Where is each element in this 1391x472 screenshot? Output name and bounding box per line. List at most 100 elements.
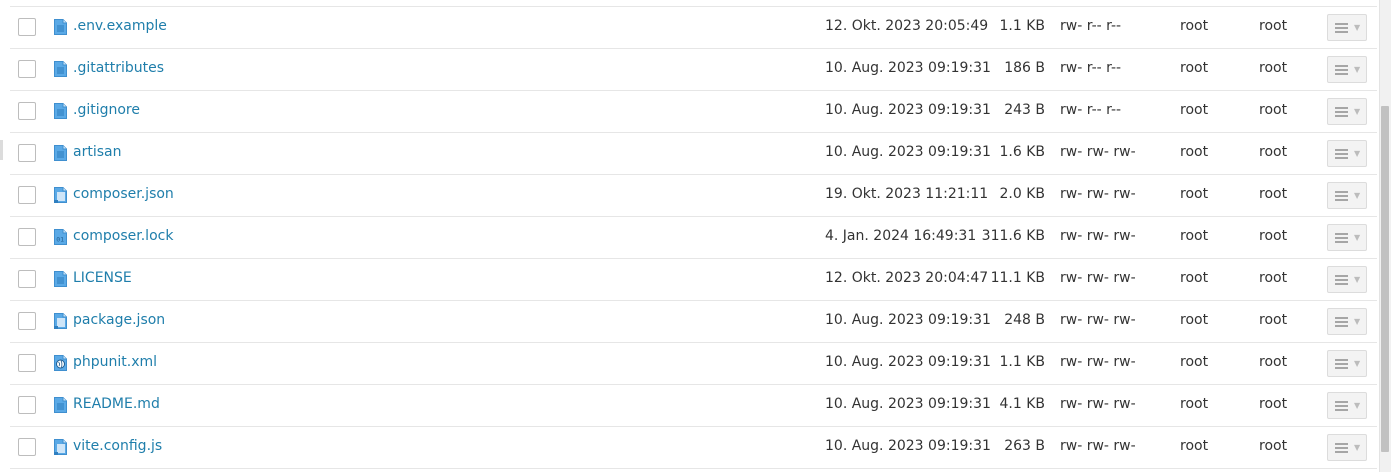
file-name-link[interactable]: phpunit.xml: [73, 354, 157, 370]
permissions: rw- rw- rw-: [1060, 312, 1136, 328]
permissions: rw- r-- r--: [1060, 18, 1122, 34]
chevron-down-icon: ▼: [1354, 149, 1361, 158]
table-row[interactable]: README.md 10. Aug. 2023 09:19:31 4.1 KB …: [10, 385, 1377, 427]
permissions: rw- rw- rw-: [1060, 270, 1136, 286]
menu-icon: [1335, 23, 1348, 33]
row-checkbox[interactable]: [18, 102, 36, 120]
table-row[interactable]: artisan 10. Aug. 2023 09:19:31 1.6 KB rw…: [10, 133, 1377, 175]
code-file-icon: [54, 313, 67, 329]
owner: root: [1180, 228, 1209, 244]
binary-file-icon: 01: [54, 229, 67, 245]
row-checkbox[interactable]: [18, 186, 36, 204]
modified-date: 10. Aug. 2023 09:19:31: [825, 312, 991, 328]
svg-text:01: 01: [56, 236, 64, 244]
chevron-down-icon: ▼: [1354, 65, 1361, 74]
file-name-link[interactable]: composer.json: [73, 186, 174, 202]
table-row[interactable]: .gitignore 10. Aug. 2023 09:19:31 243 B …: [10, 91, 1377, 133]
row-actions-button[interactable]: ▼: [1327, 98, 1367, 125]
menu-icon: [1335, 149, 1348, 159]
file-name-link[interactable]: vite.config.js: [73, 438, 162, 454]
owner: root: [1180, 396, 1209, 412]
row-actions-button[interactable]: ▼: [1327, 14, 1367, 41]
code-file-icon: [54, 439, 67, 455]
file-size: 11.1 KB: [990, 270, 1045, 286]
table-row[interactable]: composer.json 19. Okt. 2023 11:21:11 2.0…: [10, 175, 1377, 217]
row-actions-button[interactable]: ▼: [1327, 224, 1367, 251]
chevron-down-icon: ▼: [1354, 23, 1361, 32]
file-size: 311.6 KB: [981, 228, 1045, 244]
file-size: 243 B: [1004, 102, 1045, 118]
menu-icon: [1335, 233, 1348, 243]
table-row[interactable]: phpunit.xml 10. Aug. 2023 09:19:31 1.1 K…: [10, 343, 1377, 385]
file-name-link[interactable]: .gitignore: [73, 102, 140, 118]
file-size: 263 B: [1004, 438, 1045, 454]
row-checkbox[interactable]: [18, 354, 36, 372]
vertical-scrollbar[interactable]: [1379, 0, 1391, 472]
scrollbar-thumb[interactable]: [1381, 106, 1389, 452]
file-size: 1.6 KB: [999, 144, 1046, 160]
table-row[interactable]: 01 composer.lock 4. Jan. 2024 16:49:31 3…: [10, 217, 1377, 259]
chevron-down-icon: ▼: [1354, 401, 1361, 410]
owner: root: [1180, 312, 1209, 328]
row-actions-button[interactable]: ▼: [1327, 140, 1367, 167]
file-list-table: .env.example 12. Okt. 2023 20:05:49 1.1 …: [10, 6, 1377, 469]
file-name-link[interactable]: .gitattributes: [73, 60, 164, 76]
file-name-link[interactable]: LICENSE: [73, 270, 132, 286]
permissions: rw- rw- rw-: [1060, 396, 1136, 412]
row-actions-button[interactable]: ▼: [1327, 350, 1367, 377]
owner: root: [1180, 102, 1209, 118]
owner: root: [1180, 438, 1209, 454]
table-row[interactable]: LICENSE 12. Okt. 2023 20:04:47 11.1 KB r…: [10, 259, 1377, 301]
row-actions-button[interactable]: ▼: [1327, 182, 1367, 209]
chevron-down-icon: ▼: [1354, 275, 1361, 284]
row-actions-button[interactable]: ▼: [1327, 392, 1367, 419]
row-checkbox[interactable]: [18, 60, 36, 78]
row-checkbox[interactable]: [18, 270, 36, 288]
owner: root: [1180, 144, 1209, 160]
row-actions-button[interactable]: ▼: [1327, 308, 1367, 335]
owner: root: [1180, 186, 1209, 202]
modified-date: 12. Okt. 2023 20:05:49: [825, 18, 989, 34]
modified-date: 10. Aug. 2023 09:19:31: [825, 396, 991, 412]
chevron-down-icon: ▼: [1354, 233, 1361, 242]
table-row[interactable]: .gitattributes 10. Aug. 2023 09:19:31 18…: [10, 49, 1377, 91]
file-name-link[interactable]: composer.lock: [73, 228, 173, 244]
permissions: rw- r-- r--: [1060, 60, 1122, 76]
chevron-down-icon: ▼: [1354, 107, 1361, 116]
text-file-icon: [54, 61, 67, 77]
file-name-link[interactable]: artisan: [73, 144, 121, 160]
row-actions-button[interactable]: ▼: [1327, 266, 1367, 293]
file-name-link[interactable]: README.md: [73, 396, 160, 412]
text-file-icon: [54, 271, 67, 287]
row-checkbox[interactable]: [18, 312, 36, 330]
table-row[interactable]: .env.example 12. Okt. 2023 20:05:49 1.1 …: [10, 7, 1377, 49]
file-size: 2.0 KB: [999, 186, 1046, 202]
menu-icon: [1335, 359, 1348, 369]
text-file-icon: [54, 19, 67, 35]
row-actions-button[interactable]: ▼: [1327, 56, 1367, 83]
menu-icon: [1335, 443, 1348, 453]
file-name-link[interactable]: .env.example: [73, 18, 167, 34]
modified-date: 10. Aug. 2023 09:19:31: [825, 102, 991, 118]
web-file-icon: [54, 355, 67, 371]
file-size: 1.1 KB: [999, 354, 1046, 370]
code-file-icon: [54, 187, 67, 203]
row-checkbox[interactable]: [18, 144, 36, 162]
row-checkbox[interactable]: [18, 396, 36, 414]
menu-icon: [1335, 317, 1348, 327]
table-row[interactable]: vite.config.js 10. Aug. 2023 09:19:31 26…: [10, 427, 1377, 469]
row-checkbox[interactable]: [18, 228, 36, 246]
menu-icon: [1335, 401, 1348, 411]
menu-icon: [1335, 65, 1348, 75]
row-checkbox[interactable]: [18, 18, 36, 36]
group: root: [1259, 354, 1288, 370]
file-name-link[interactable]: package.json: [73, 312, 165, 328]
text-file-icon: [54, 145, 67, 161]
group: root: [1259, 396, 1288, 412]
row-actions-button[interactable]: ▼: [1327, 434, 1367, 461]
text-file-icon: [54, 397, 67, 413]
table-row[interactable]: package.json 10. Aug. 2023 09:19:31 248 …: [10, 301, 1377, 343]
modified-date: 10. Aug. 2023 09:19:31: [825, 144, 991, 160]
row-checkbox[interactable]: [18, 438, 36, 456]
owner: root: [1180, 60, 1209, 76]
